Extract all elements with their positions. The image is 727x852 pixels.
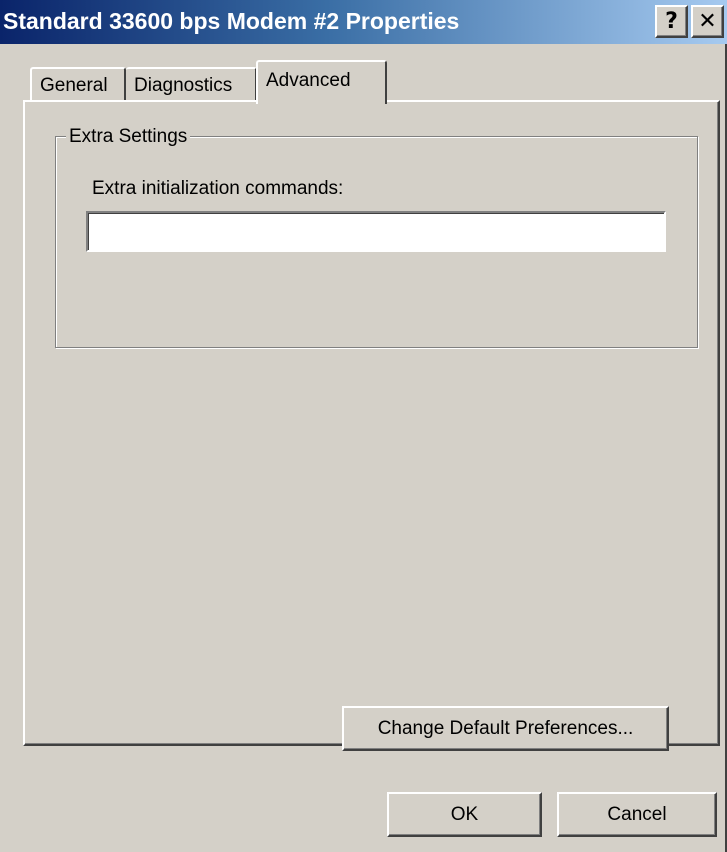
help-icon: ? bbox=[665, 8, 678, 34]
extra-settings-group-title: Extra Settings bbox=[66, 126, 191, 148]
title-bar[interactable]: Standard 33600 bps Modem #2 Properties ?… bbox=[0, 0, 727, 44]
window-title: Standard 33600 bps Modem #2 Properties bbox=[3, 8, 460, 34]
ok-button[interactable]: OK bbox=[387, 792, 542, 837]
close-button[interactable]: ✕ bbox=[691, 5, 724, 38]
tab-diagnostics-label: Diagnostics bbox=[134, 75, 233, 96]
extra-init-commands-label: Extra initialization commands: bbox=[92, 178, 344, 199]
tab-general[interactable]: General bbox=[30, 67, 126, 102]
tab-diagnostics[interactable]: Diagnostics bbox=[126, 67, 257, 102]
help-button[interactable]: ? bbox=[655, 5, 688, 38]
tab-advanced-label: Advanced bbox=[266, 70, 351, 91]
tab-advanced[interactable]: Advanced bbox=[256, 60, 387, 104]
tab-general-label: General bbox=[40, 75, 108, 96]
extra-init-commands-input[interactable] bbox=[86, 211, 666, 252]
cancel-button[interactable]: Cancel bbox=[557, 792, 717, 837]
close-icon: ✕ bbox=[698, 8, 717, 34]
change-default-preferences-button[interactable]: Change Default Preferences... bbox=[342, 706, 669, 751]
modem-properties-dialog: Standard 33600 bps Modem #2 Properties ?… bbox=[0, 0, 727, 852]
